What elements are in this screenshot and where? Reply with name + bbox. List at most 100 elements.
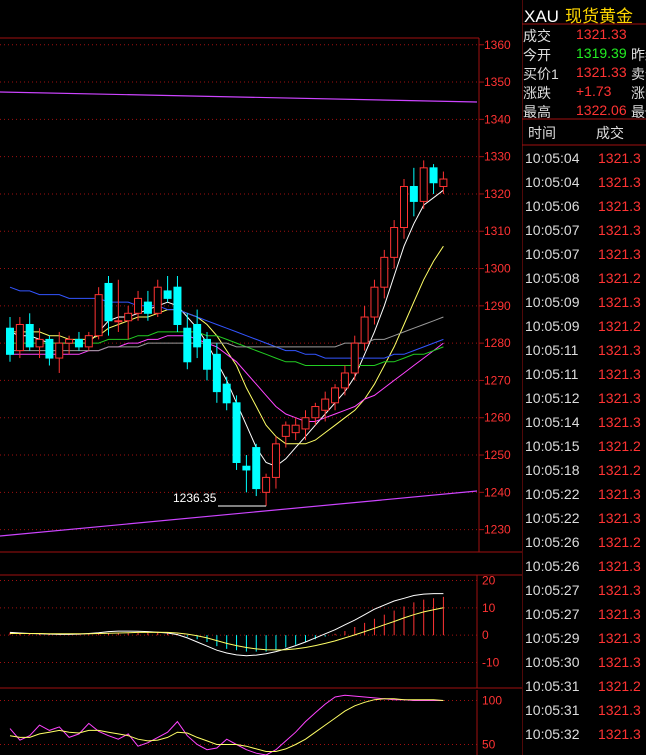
tick-price: 1321.3 — [598, 222, 641, 238]
candle-body — [370, 286, 379, 318]
quote-label: 涨跌 — [523, 85, 551, 101]
chart-area[interactable]: 1230 1240 1250 1260 1270 1280 1290 1300 1310 1320… — [0, 0, 522, 755]
candle-body — [173, 286, 182, 325]
price-tick-label: 1350 — [484, 75, 511, 89]
candle-body — [134, 297, 143, 314]
candle-body — [400, 185, 408, 229]
price-tick-label: 1250 — [484, 448, 511, 462]
price-tick-label: 1340 — [484, 112, 511, 126]
price-tick-label: 1320 — [484, 187, 511, 201]
candle-body — [94, 294, 103, 337]
candle-body — [242, 465, 251, 471]
candle-body — [25, 323, 34, 348]
quote-value: 1319.39 — [576, 45, 627, 61]
candle-body — [311, 406, 320, 419]
tick-time: 10:05:31 — [525, 702, 580, 718]
price-tick-label: 1240 — [484, 485, 511, 499]
candle-body — [55, 342, 64, 359]
candle-body — [301, 417, 310, 430]
tick-time: 10:05:12 — [525, 390, 580, 406]
candle-body — [143, 301, 152, 314]
macd-tick-label: 0 — [482, 628, 489, 642]
candle-body — [65, 338, 74, 344]
candle-body — [153, 286, 162, 314]
quote-label: 今开 — [523, 47, 551, 63]
quote-extra: 最低 — [631, 104, 646, 120]
tick-price: 1321.2 — [598, 678, 641, 694]
tick-price: 1321.3 — [598, 486, 641, 502]
price-tick-label: 1300 — [484, 262, 511, 276]
low-annotation-label: 1236.35 — [173, 491, 217, 505]
tick-time: 10:05:22 — [525, 486, 580, 502]
candle-body — [74, 338, 83, 348]
tick-time: 10:05:09 — [525, 318, 580, 334]
tick-price: 1321.3 — [598, 582, 641, 598]
tick-time: 10:05:31 — [525, 678, 580, 694]
tick-price: 1321.3 — [598, 606, 641, 622]
candle — [232, 395, 241, 470]
candle — [252, 443, 261, 497]
quote-extra: 涨幅 — [631, 85, 646, 101]
candle-body — [429, 167, 438, 184]
tick-time: 10:05:07 — [525, 246, 580, 262]
candle-body — [380, 256, 389, 288]
candle-body — [252, 447, 261, 490]
ticks-header-price: 成交 — [596, 125, 624, 141]
tick-price: 1321.2 — [598, 438, 641, 454]
tick-time: 10:05:29 — [525, 630, 580, 646]
candle-body — [212, 353, 221, 393]
ticks-header-time: 时间 — [528, 125, 556, 141]
candle-body — [35, 338, 44, 348]
tick-time: 10:05:14 — [525, 414, 580, 430]
quote-extra: 卖价 — [631, 66, 646, 82]
quote-extra: 昨结 — [631, 47, 646, 63]
tick-price: 1321.2 — [598, 270, 641, 286]
quote-value: 1322.06 — [576, 102, 627, 118]
candle-body — [321, 398, 330, 411]
tick-price: 1321.3 — [598, 294, 641, 310]
candle-body — [419, 167, 428, 202]
quote-label: 买价1 — [523, 66, 559, 82]
tick-price: 1321.3 — [598, 390, 641, 406]
tick-time: 10:05:22 — [525, 510, 580, 526]
tick-time: 10:05:26 — [525, 558, 580, 574]
candle-body — [6, 327, 14, 355]
tick-time: 10:05:11 — [525, 366, 579, 382]
tick-time: 10:05:27 — [525, 606, 580, 622]
tick-price: 1321.2 — [598, 318, 641, 334]
tick-time: 10:05:18 — [525, 462, 580, 478]
candle-body — [104, 282, 113, 322]
candle-body — [163, 290, 172, 299]
candle-body — [193, 323, 202, 348]
tick-price: 1321.2 — [598, 462, 641, 478]
quote-panel: XAU现货黄金 成交 1321.33 今开 1319.39 昨结 买价1 132… — [522, 0, 646, 755]
candle-body — [281, 424, 290, 437]
tick-time: 10:05:32 — [525, 726, 580, 742]
tick-price: 1321.3 — [598, 246, 641, 262]
tick-price: 1321.3 — [598, 702, 641, 718]
quote-label: 成交 — [523, 28, 551, 44]
quote-label: 最高 — [523, 104, 551, 120]
candle-body — [203, 338, 211, 370]
candle-body — [124, 312, 133, 322]
tick-time: 10:05:15 — [525, 438, 580, 454]
candle-body — [409, 185, 418, 202]
osc-tick-label: 100 — [482, 694, 502, 708]
tick-time: 10:05:09 — [525, 294, 580, 310]
quote-value: 1321.33 — [576, 64, 627, 80]
price-tick-label: 1290 — [484, 299, 511, 313]
candle-body — [84, 335, 93, 348]
candle-body — [114, 320, 123, 323]
candle-body — [350, 342, 359, 374]
price-tick-label: 1260 — [484, 411, 511, 425]
price-tick-label: 1230 — [484, 523, 511, 537]
candle-body — [183, 327, 192, 363]
tick-price: 1321.2 — [598, 534, 641, 550]
tick-price: 1321.3 — [598, 150, 641, 166]
candle-body — [222, 383, 231, 404]
tick-price: 1321.3 — [598, 198, 641, 214]
quote-value: +1.73 — [576, 83, 612, 99]
candle-body — [45, 338, 54, 359]
tick-time: 10:05:04 — [525, 174, 580, 190]
candle-body — [291, 424, 300, 434]
